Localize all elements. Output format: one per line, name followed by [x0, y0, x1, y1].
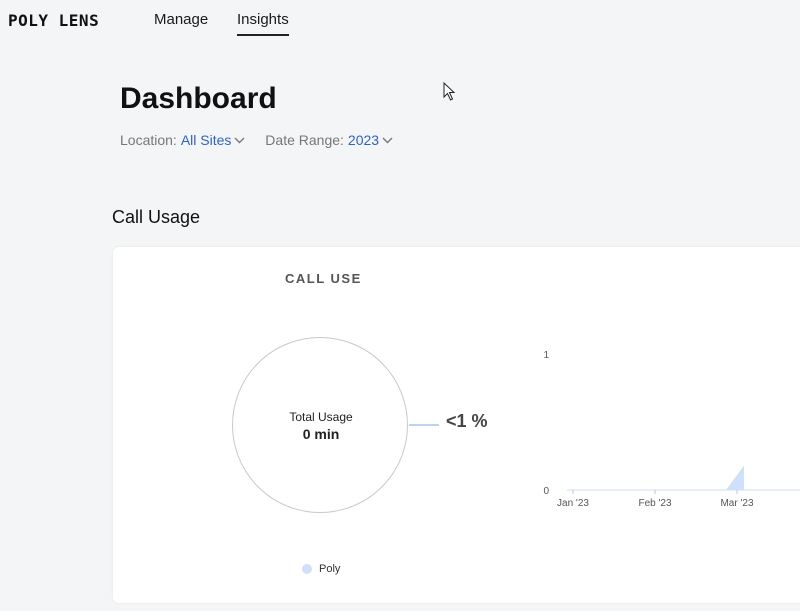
x-tick-label: Jan '23: [557, 498, 589, 509]
y-tick-label: 1: [543, 350, 549, 361]
card-heading: CALL USE: [285, 271, 362, 286]
donut-label: Total Usage: [289, 410, 353, 424]
chart-legend[interactable]: Poly: [302, 563, 340, 575]
section-title-call-usage: Call Usage: [112, 207, 201, 227]
total-usage-donut: Total Usage 0 min: [232, 337, 408, 513]
nav-insights[interactable]: Insights: [237, 11, 289, 36]
percent-leader-line: [409, 424, 439, 426]
top-navigation: POLY LENS Manage Insights: [0, 0, 800, 40]
x-tick-label: Mar '23: [720, 498, 753, 509]
chevron-down-icon: [234, 137, 245, 143]
area-series-point: [726, 465, 744, 490]
legend-swatch: [302, 564, 312, 574]
filter-bar: Location: All Sites Date Range: 2023: [120, 132, 409, 148]
y-tick-label: 0: [543, 486, 549, 497]
page-title: Dashboard: [120, 82, 277, 115]
location-filter-value: All Sites: [180, 132, 232, 148]
usage-area-chart: 01Jan '23Feb '23Mar '23Apr '23: [543, 350, 800, 509]
legend-label: Poly: [319, 563, 341, 575]
app-logo[interactable]: POLY LENS: [8, 11, 99, 30]
location-filter-label: Location:: [120, 132, 177, 148]
date-range-filter-label: Date Range:: [265, 132, 344, 148]
percent-label: <1 %: [446, 411, 488, 431]
donut-value: 0 min: [302, 426, 340, 442]
chevron-down-icon: [382, 137, 393, 143]
location-filter[interactable]: Location: All Sites: [120, 132, 245, 148]
date-range-filter-value: 2023: [347, 132, 380, 148]
date-range-filter[interactable]: Date Range: 2023: [265, 132, 393, 148]
mouse-cursor-icon: [443, 82, 456, 101]
call-usage-card: CALL USE Total Usage 0 min <1 % Poly 0 1 J…: [113, 247, 800, 603]
x-tick-label: Feb '23: [638, 498, 671, 509]
nav-manage[interactable]: Manage: [154, 11, 208, 28]
